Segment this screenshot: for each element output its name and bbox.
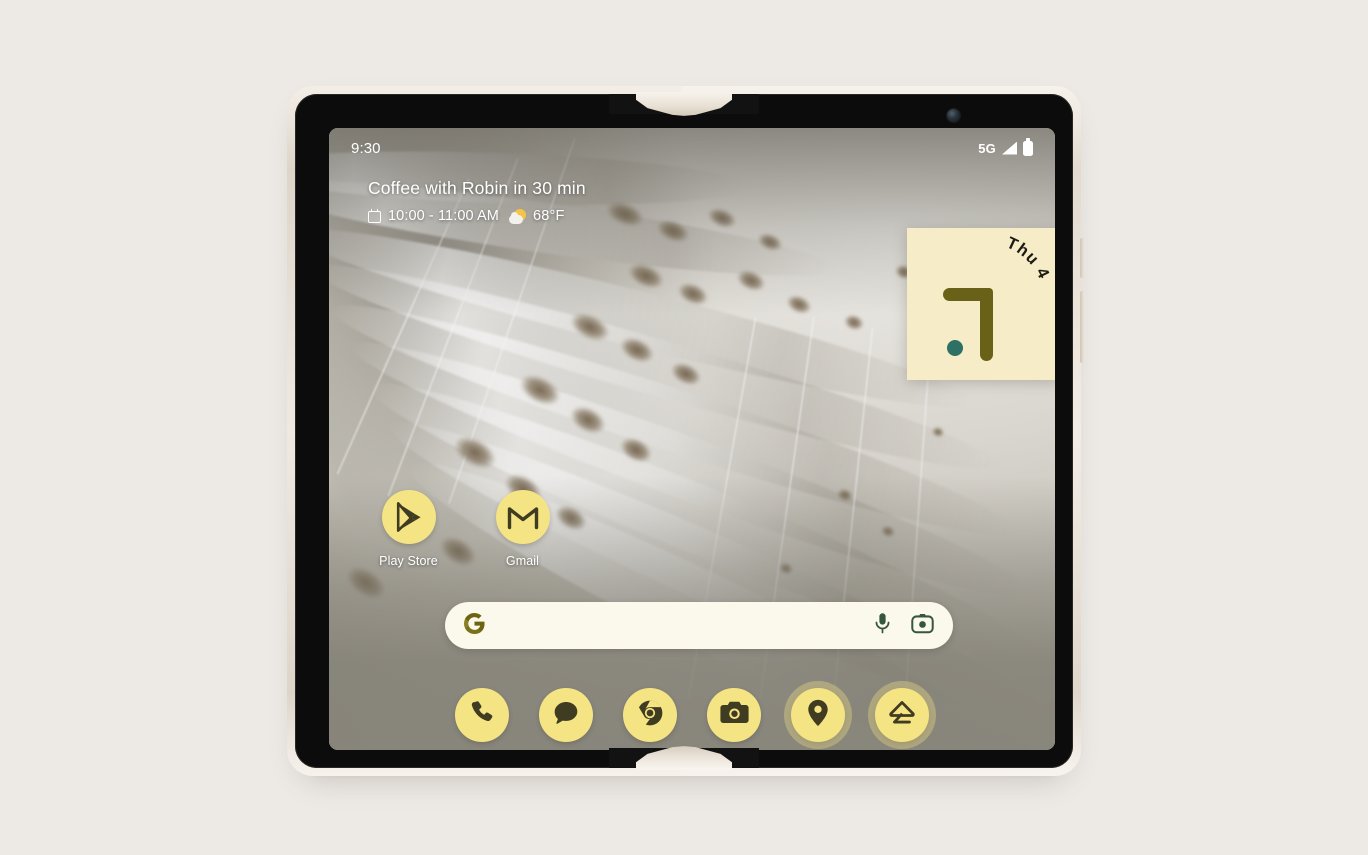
- google-search-bar[interactable]: [445, 602, 953, 649]
- status-bar-clock: 9:30: [351, 139, 381, 157]
- search-bar-actions: [873, 612, 934, 639]
- dock-item-maps[interactable]: [791, 688, 845, 742]
- gmail-icon[interactable]: [495, 490, 550, 544]
- signal-bars-icon: [1002, 141, 1017, 155]
- at-a-glance-details: 10:00 - 11:00 AM 68°F: [368, 208, 586, 224]
- hinge-notch-top: [636, 92, 732, 116]
- microphone-icon[interactable]: [873, 612, 892, 639]
- maps-pin-icon: [807, 699, 829, 732]
- clock-hand-joint: [980, 288, 993, 301]
- chrome-icon: [635, 699, 664, 732]
- app-label: Play Store: [379, 554, 438, 568]
- temperature-label: 68°F: [532, 208, 565, 224]
- device-screen: 9:30 5G Coffee with Robin in 30 min 10:0…: [329, 128, 1055, 750]
- google-g-icon: [463, 612, 485, 639]
- home-screen-app-row: Play Store Gmail: [367, 490, 564, 568]
- screenshot-stage: 9:30 5G Coffee with Robin in 30 min 10:0…: [0, 0, 1368, 855]
- home-screen-dock: [329, 688, 1055, 742]
- app-play-store[interactable]: Play Store: [367, 490, 450, 568]
- app-label: Gmail: [505, 554, 540, 568]
- event-time-label: 10:00 - 11:00 AM: [388, 208, 499, 224]
- device-bezel: 9:30 5G Coffee with Robin in 30 min 10:0…: [295, 92, 1073, 770]
- dock-item-camera[interactable]: [707, 688, 761, 742]
- google-home-icon: [888, 700, 916, 731]
- app-gmail[interactable]: Gmail: [481, 490, 564, 568]
- status-bar-indicators: 5G: [978, 138, 1033, 156]
- foldable-device: 9:30 5G Coffee with Robin in 30 min 10:0…: [287, 86, 1084, 776]
- status-bar: 9:30 5G: [329, 128, 1055, 168]
- battery-full-icon: [1023, 138, 1033, 156]
- google-lens-camera-icon[interactable]: [911, 613, 934, 639]
- camera-icon: [719, 700, 749, 730]
- at-a-glance-widget[interactable]: Coffee with Robin in 30 min 10:00 - 11:0…: [368, 178, 586, 224]
- phone-icon: [469, 699, 496, 731]
- calendar-icon: [368, 208, 381, 223]
- network-type-label: 5G: [978, 140, 996, 156]
- messages-chat-bubble-icon: [552, 699, 580, 732]
- at-a-glance-title: Coffee with Robin in 30 min: [368, 178, 586, 198]
- clock-accent-dot: [947, 340, 963, 356]
- play-store-icon[interactable]: [381, 490, 436, 544]
- dock-item-home[interactable]: [875, 688, 929, 742]
- dock-item-messages[interactable]: [539, 688, 593, 742]
- power-button[interactable]: [1080, 238, 1084, 278]
- front-camera-icon: [947, 109, 960, 122]
- sun-behind-cloud-icon: [508, 208, 526, 224]
- analog-clock-widget[interactable]: Thu 4: [907, 228, 1055, 380]
- dock-item-chrome[interactable]: [623, 688, 677, 742]
- search-input[interactable]: [485, 617, 873, 634]
- dock-item-phone[interactable]: [455, 688, 509, 742]
- volume-button[interactable]: [1080, 291, 1084, 363]
